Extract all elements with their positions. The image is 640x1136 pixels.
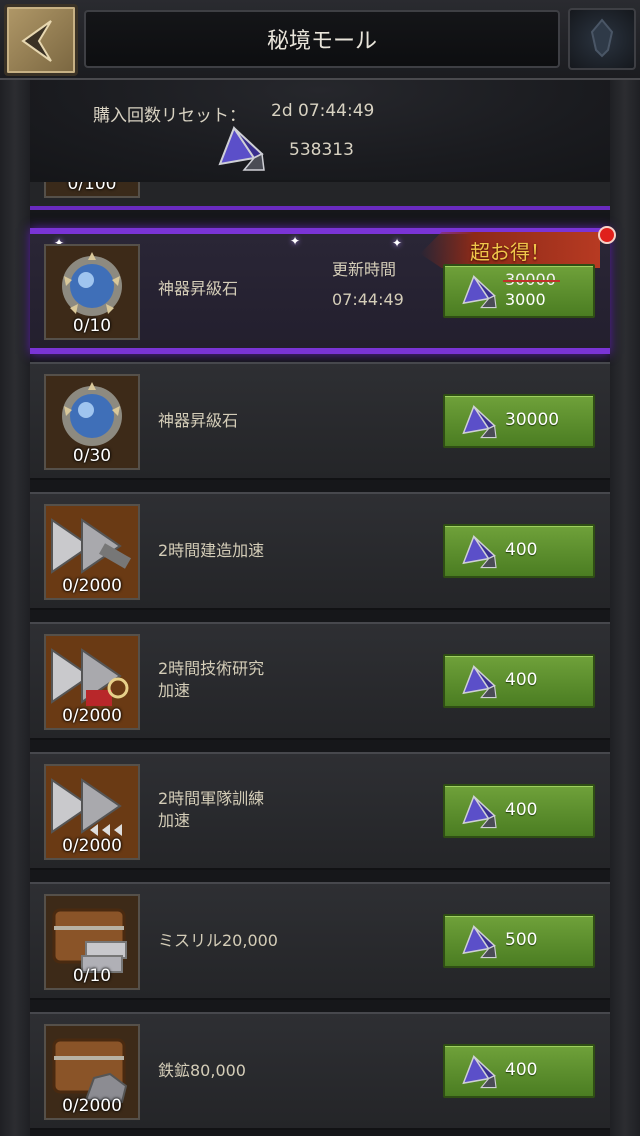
item-thumbnail: 0/2000	[44, 764, 140, 860]
buy-button[interactable]: 400	[443, 784, 595, 838]
item-name: 2時間技術研究 加速	[158, 658, 264, 702]
item-price: 400	[505, 540, 538, 560]
refresh-label: 更新時間	[332, 260, 397, 279]
item-thumbnail: 0/2000	[44, 1024, 140, 1120]
item-stock: 0/2000	[62, 576, 122, 596]
item-stock: 0/10	[72, 316, 112, 336]
original-price: 30000	[503, 270, 560, 289]
chevron-left-icon	[21, 20, 52, 62]
notification-dot	[598, 226, 616, 244]
item-stock: 0/2000	[62, 836, 122, 856]
list-item: 0/2000 2時間技術研究 加速 400	[30, 622, 610, 740]
item-name-line2: 加速	[158, 811, 191, 830]
page-title: 秘境モール	[266, 29, 377, 54]
item-stock: 0/30	[72, 446, 112, 466]
gem-pyramid-icon	[462, 794, 497, 829]
buy-button[interactable]: 30000 3000	[443, 264, 595, 318]
reset-countdown: 2d 07:44:49	[271, 101, 375, 121]
item-stock: 0/2000	[62, 706, 122, 726]
item-stock: 0/2000	[62, 1096, 122, 1116]
item-name: 2時間建造加速	[158, 541, 265, 560]
item-stock: 0/100	[67, 182, 117, 194]
gem-pyramid-icon	[462, 924, 497, 959]
buy-button[interactable]: 400	[443, 1044, 595, 1098]
buy-button[interactable]: 500	[443, 914, 595, 968]
item-name: 鉄鉱80,000	[158, 1061, 246, 1080]
header-bar: 秘境モール	[0, 0, 640, 80]
item-thumbnail: 0/10	[44, 244, 140, 340]
deal-badge-text: 超お得！	[470, 240, 550, 264]
item-price: 400	[505, 1060, 538, 1080]
currency-balance: 538313	[289, 140, 354, 160]
buy-button[interactable]: 400	[443, 654, 595, 708]
list-item: 0/2000 2時間建造加速 400	[30, 492, 610, 610]
list-item: 0/100	[30, 182, 610, 210]
item-name: 神器昇級石	[158, 279, 239, 298]
list-item-featured: ✦ ✦ ✦ 0/10 神器昇級石 更新時間 07:44:49 超お得！ 3000…	[30, 226, 616, 354]
item-name-line1: 2時間技術研究	[158, 659, 265, 678]
page-title-bar: 秘境モール	[84, 10, 560, 68]
item-thumbnail: 0/30	[44, 374, 140, 470]
item-price: 400	[505, 670, 538, 690]
item-thumbnail: 0/10	[44, 894, 140, 990]
info-panel	[0, 80, 640, 1136]
shop-item-list[interactable]: 0/100 ✦ ✦ ✦ 0/10 神器昇級石 更新時間 07:44:49 超お得…	[0, 182, 640, 1136]
list-item: 0/2000 鉄鉱80,000 400	[30, 1012, 610, 1130]
crest-emblem-icon	[568, 8, 636, 70]
reset-label: 購入回数リセット：	[93, 106, 246, 126]
item-price: 30000	[505, 410, 560, 430]
buy-button[interactable]: 30000	[443, 394, 595, 448]
item-thumbnail: 0/100	[44, 182, 140, 198]
deal-badge: 超お得！	[420, 232, 600, 268]
item-thumbnail: 0/2000	[44, 504, 140, 600]
list-item: 0/2000 2時間軍隊訓練 加速 400	[30, 752, 610, 870]
item-name-line1: 2時間軍隊訓練	[158, 789, 265, 808]
gem-pyramid-icon	[462, 404, 497, 439]
sale-price: 3000	[505, 290, 546, 309]
sparkle-icon: ✦	[290, 234, 301, 248]
item-name: 2時間軍隊訓練 加速	[158, 788, 264, 832]
gem-pyramid-icon	[218, 125, 265, 171]
item-name-line2: 加速	[158, 681, 191, 700]
gem-pyramid-icon	[462, 534, 497, 569]
buy-button[interactable]: 400	[443, 524, 595, 578]
item-name: 神器昇級石	[158, 411, 239, 430]
list-item: 0/30 神器昇級石 30000	[30, 362, 610, 480]
gem-pyramid-icon	[462, 274, 497, 309]
sparkle-icon: ✦	[392, 236, 403, 250]
item-thumbnail: 0/2000	[44, 634, 140, 730]
item-price: 500	[505, 930, 538, 950]
gem-pyramid-icon	[462, 664, 497, 699]
list-item: 0/10 ミスリル20,000 500	[30, 882, 610, 1000]
gem-pyramid-icon	[462, 1054, 497, 1089]
item-name: ミスリル20,000	[158, 931, 278, 950]
back-button[interactable]	[4, 4, 78, 76]
item-stock: 0/10	[72, 966, 112, 986]
item-price: 400	[505, 800, 538, 820]
refresh-time: 07:44:49	[332, 290, 404, 309]
